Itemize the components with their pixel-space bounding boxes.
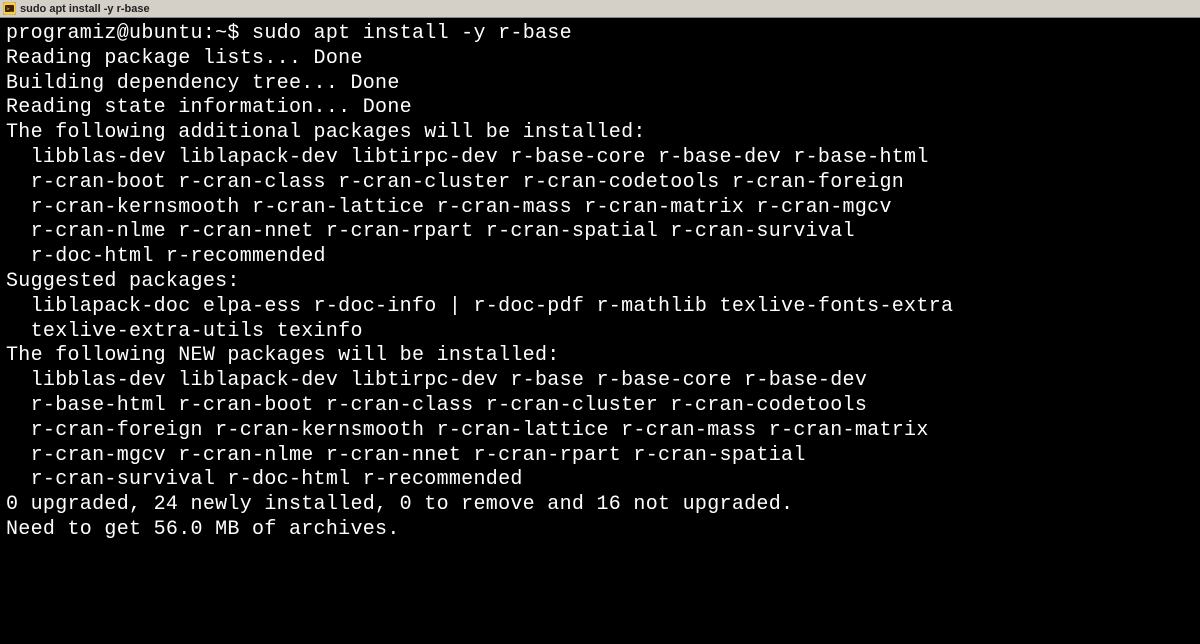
output-line: The following additional packages will b… xyxy=(6,121,646,144)
output-line: 0 upgraded, 24 newly installed, 0 to rem… xyxy=(6,493,793,516)
output-line: r-cran-survival r-doc-html r-recommended xyxy=(6,468,523,491)
window-title: sudo apt install -y r-base xyxy=(20,3,150,15)
output-line: r-cran-boot r-cran-class r-cran-cluster … xyxy=(6,171,904,194)
svg-text:>_: >_ xyxy=(7,7,14,13)
terminal-output[interactable]: programiz@ubuntu:~$ sudo apt install -y … xyxy=(0,18,1200,644)
output-line: libblas-dev liblapack-dev libtirpc-dev r… xyxy=(6,369,867,392)
output-line: texlive-extra-utils texinfo xyxy=(6,320,363,343)
output-line: The following NEW packages will be insta… xyxy=(6,344,560,367)
output-line: r-base-html r-cran-boot r-cran-class r-c… xyxy=(6,394,867,417)
output-line: r-doc-html r-recommended xyxy=(6,245,326,268)
output-line: Suggested packages: xyxy=(6,270,240,293)
output-line: r-cran-foreign r-cran-kernsmooth r-cran-… xyxy=(6,419,929,442)
output-line: liblapack-doc elpa-ess r-doc-info | r-do… xyxy=(6,295,953,318)
prompt: programiz@ubuntu:~$ xyxy=(6,22,252,45)
terminal-icon: >_ xyxy=(3,2,16,15)
output-line: r-cran-kernsmooth r-cran-lattice r-cran-… xyxy=(6,196,892,219)
output-line: Building dependency tree... Done xyxy=(6,72,400,95)
output-line: Reading package lists... Done xyxy=(6,47,363,70)
output-line: Need to get 56.0 MB of archives. xyxy=(6,518,400,541)
output-line: r-cran-mgcv r-cran-nlme r-cran-nnet r-cr… xyxy=(6,444,806,467)
output-line: r-cran-nlme r-cran-nnet r-cran-rpart r-c… xyxy=(6,220,855,243)
window-title-bar: >_ sudo apt install -y r-base xyxy=(0,0,1200,18)
command: sudo apt install -y r-base xyxy=(252,22,572,45)
output-line: Reading state information... Done xyxy=(6,96,412,119)
output-line: libblas-dev liblapack-dev libtirpc-dev r… xyxy=(6,146,929,169)
